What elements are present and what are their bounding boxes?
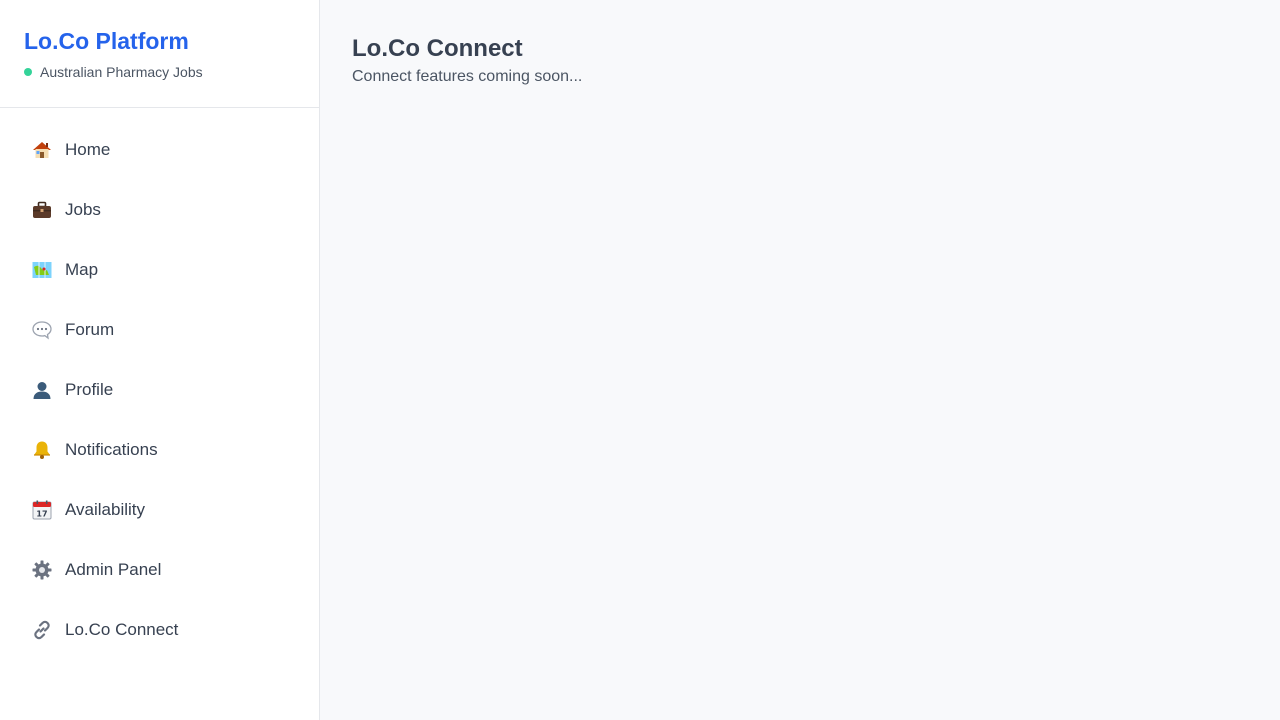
brand-subtitle: Australian Pharmacy Jobs (40, 64, 203, 80)
sidebar-item-label: Map (65, 260, 99, 279)
bell-icon (31, 439, 53, 461)
gear-icon (31, 559, 53, 581)
status-dot-icon (24, 68, 32, 76)
sidebar-item-label: Notifications (65, 440, 158, 459)
map-icon (31, 259, 53, 281)
sidebar-item-loco-connect[interactable]: Lo.Co Connect (0, 600, 319, 660)
sidebar-item-label: Profile (65, 380, 114, 399)
app-shell: Lo.Co Platform Australian Pharmacy Jobs (0, 0, 1280, 720)
sidebar-item-jobs[interactable]: Jobs (0, 180, 319, 240)
svg-text:17: 17 (36, 510, 47, 519)
page-title: Lo.Co Connect (352, 35, 523, 62)
link-icon (31, 619, 53, 641)
brand-subtitle-row: Australian Pharmacy Jobs (24, 62, 295, 82)
main-content: Lo.Co Connect Connect features coming so… (320, 0, 1280, 720)
sidebar-item-label: Admin Panel (65, 560, 162, 579)
house-icon (31, 139, 53, 161)
calendar-icon: 17 (31, 499, 53, 521)
sidebar-item-profile[interactable]: Profile (0, 360, 319, 420)
sidebar-item-notifications[interactable]: Notifications (0, 420, 319, 480)
sidebar-nav: Home Jobs Map Forum Profile Notification… (0, 108, 319, 660)
briefcase-icon (31, 199, 53, 221)
sidebar-item-label: Availability (65, 500, 146, 519)
speech-bubble-icon (31, 319, 53, 341)
sidebar-item-map[interactable]: Map (0, 240, 319, 300)
sidebar-item-availability[interactable]: 17 Availability (0, 480, 319, 540)
sidebar-item-label: Jobs (65, 200, 101, 219)
sidebar-item-label: Forum (65, 320, 115, 339)
brand-header: Lo.Co Platform Australian Pharmacy Jobs (0, 0, 319, 108)
sidebar: Lo.Co Platform Australian Pharmacy Jobs (0, 0, 320, 720)
page-subtitle: Connect features coming soon... (352, 68, 583, 85)
sidebar-item-admin-panel[interactable]: Admin Panel (0, 540, 319, 600)
brand-title[interactable]: Lo.Co Platform (24, 26, 295, 56)
sidebar-item-label: Lo.Co Connect (65, 620, 179, 639)
user-icon (31, 379, 53, 401)
sidebar-item-label: Home (65, 140, 111, 159)
sidebar-item-forum[interactable]: Forum (0, 300, 319, 360)
sidebar-item-home[interactable]: Home (0, 120, 319, 180)
